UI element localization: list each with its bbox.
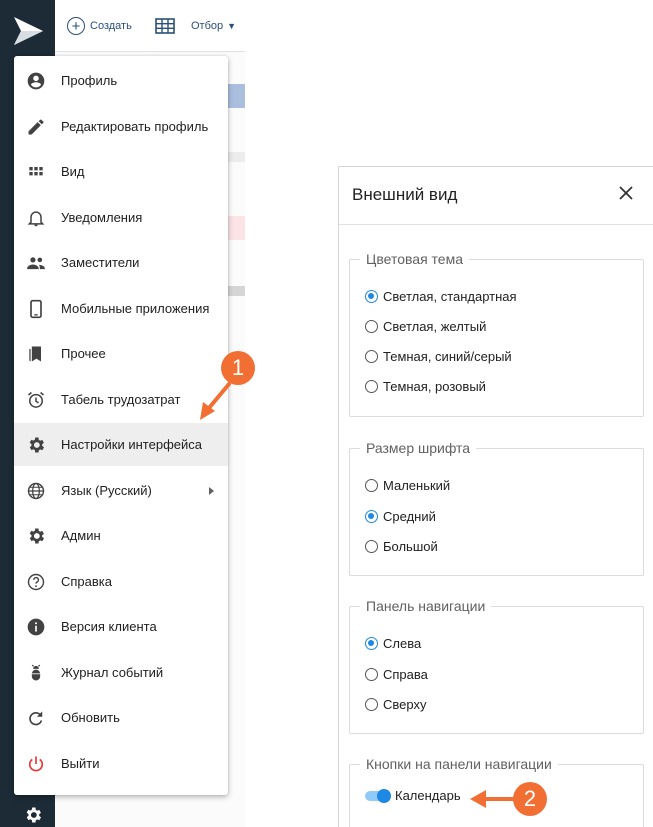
callout-arrow-2 bbox=[470, 790, 515, 808]
callout-badge-2: 2 bbox=[513, 782, 547, 816]
